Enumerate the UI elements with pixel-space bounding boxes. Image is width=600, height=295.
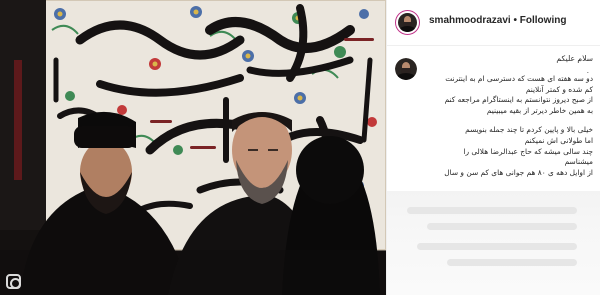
post-photo-illustration bbox=[0, 0, 386, 295]
caption-line: چند سالی میشه که حاج عبدالرضا هلالی را bbox=[463, 146, 593, 156]
caption-greeting: سلام علیکم bbox=[556, 54, 593, 63]
post-image bbox=[0, 0, 386, 295]
caption-line: به همین خاطر دیرتر از بقیه میبینیم bbox=[486, 105, 593, 115]
caption-line: از اوایل دهه ی ۸۰ هم جوانی های کم سن و س… bbox=[444, 167, 593, 177]
instagram-icon bbox=[6, 274, 21, 289]
blurred-line bbox=[447, 259, 577, 266]
caption-line: میشناسم bbox=[564, 157, 593, 167]
post-side-panel: smahmoodrazavi • Following سلام علیکم . … bbox=[386, 0, 600, 295]
username-row: smahmoodrazavi • Following bbox=[429, 15, 566, 26]
avatar[interactable] bbox=[395, 10, 420, 35]
caption-line: از صبح دیروز نتوانستم به اینستاگرام مراج… bbox=[444, 95, 593, 105]
caption-area: سلام علیکم . دو سه هفته ای هست که دسترسی… bbox=[387, 46, 600, 191]
blurred-line bbox=[407, 207, 577, 214]
blurred-line bbox=[417, 243, 577, 250]
blurred-line bbox=[427, 223, 577, 230]
caption-line: دو سه هفته ای هست که دسترسی ام به اینترن… bbox=[445, 74, 593, 83]
following-button[interactable]: Following bbox=[520, 15, 567, 26]
caption-line: خیلی بالا و پایین کردم تا چند جمله بنویس… bbox=[465, 125, 593, 135]
blurred-comments-area bbox=[387, 191, 600, 295]
caption-line: کم شده و کمتر آنلاینم bbox=[525, 84, 593, 94]
caption-text: دو سه هفته ای هست که دسترسی ام به اینترن… bbox=[423, 74, 593, 178]
caption-avatar[interactable] bbox=[395, 58, 417, 80]
caption-line: اما طولانی اش نمیکنم bbox=[524, 135, 593, 145]
separator-dot: • bbox=[513, 15, 517, 26]
post-header: smahmoodrazavi • Following bbox=[387, 0, 600, 46]
username-link[interactable]: smahmoodrazavi bbox=[429, 15, 511, 26]
